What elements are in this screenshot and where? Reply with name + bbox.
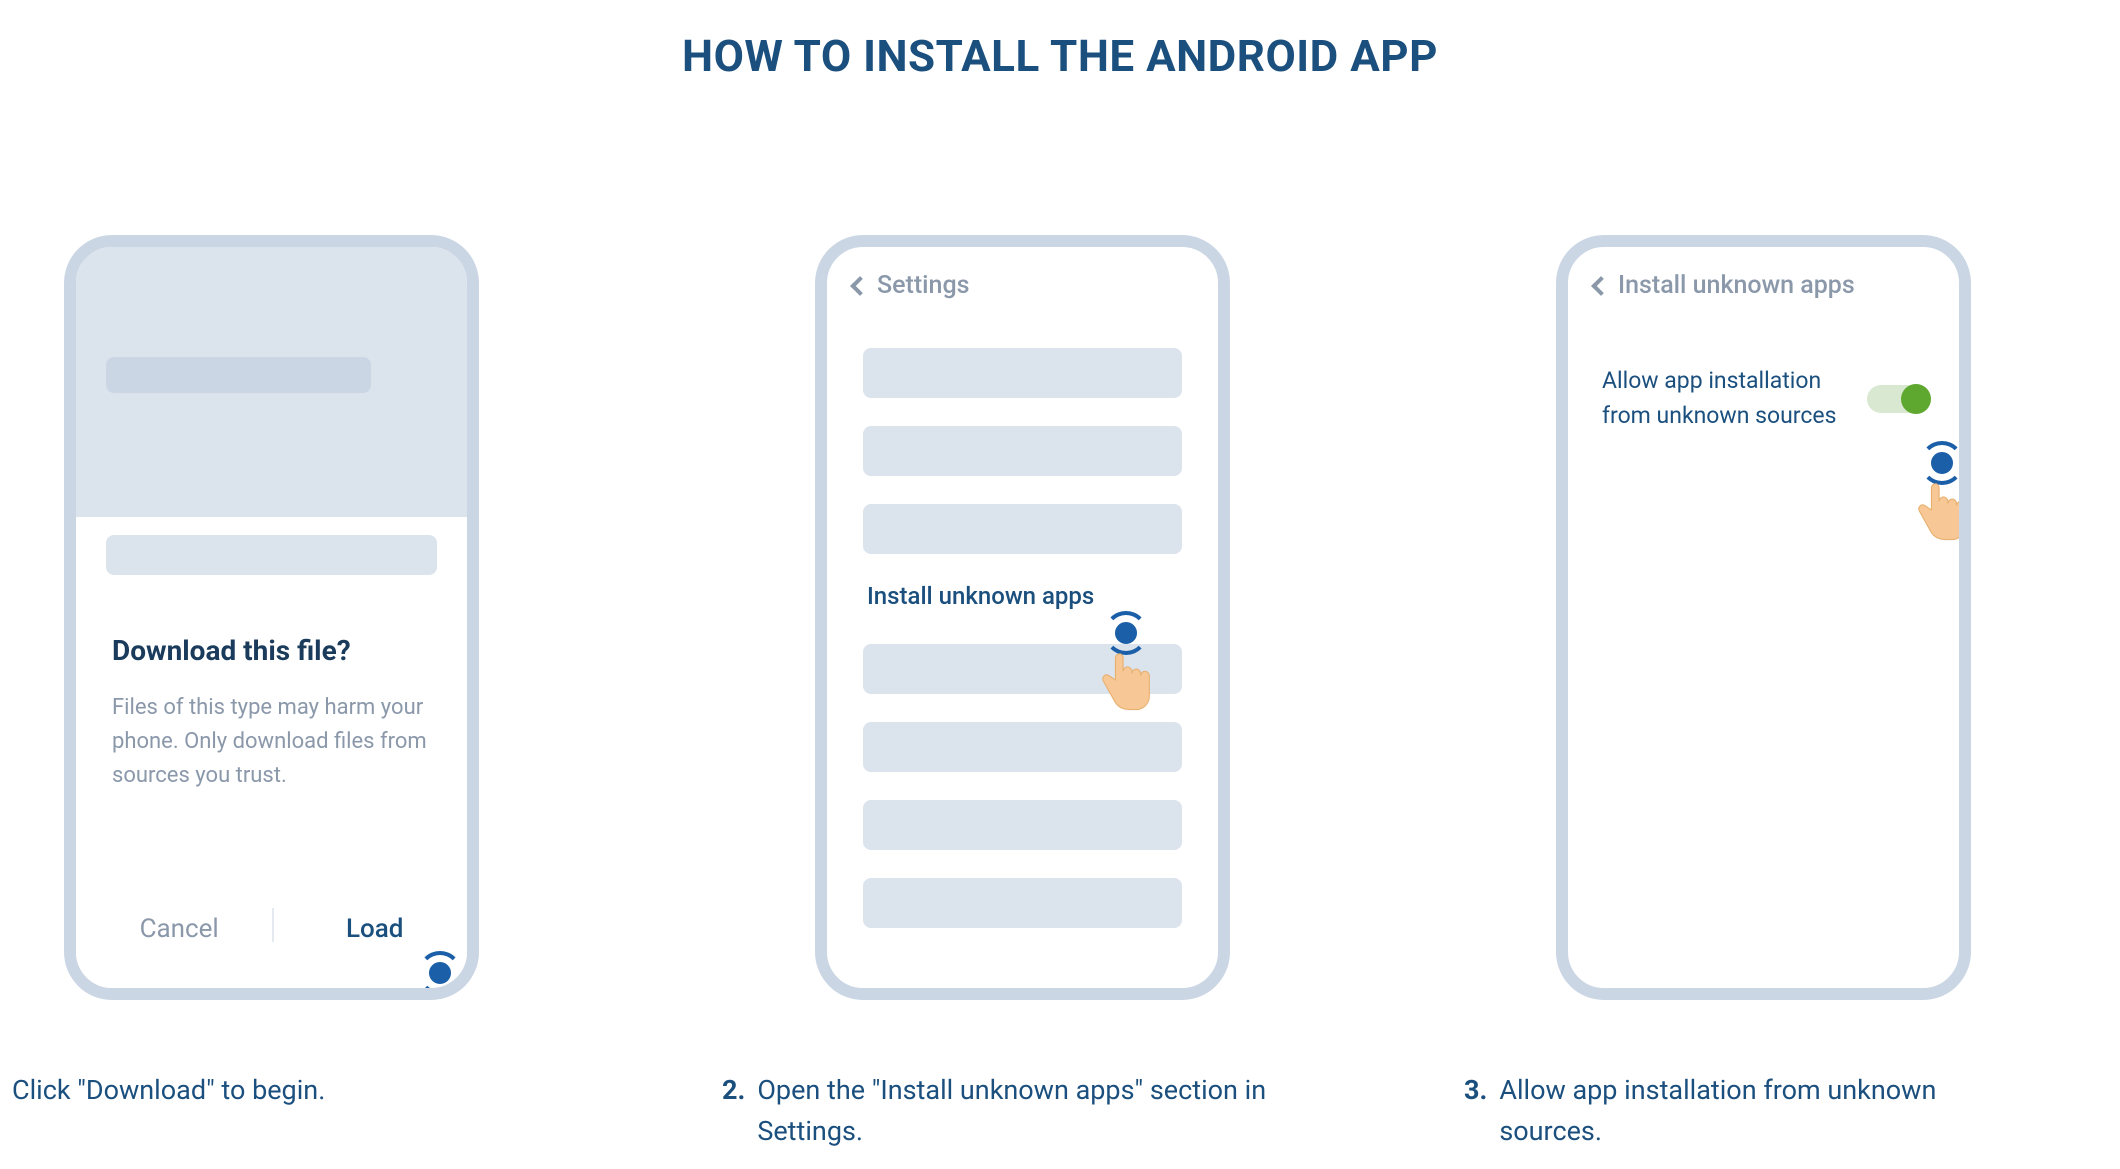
chevron-left-icon [1591, 276, 1611, 296]
placeholder-bar [863, 722, 1182, 772]
sheet-title: Download this file? [112, 634, 431, 667]
caption-text: Open the "Install unknown apps" section … [757, 1070, 1277, 1151]
allow-unknown-toggle[interactable] [1867, 385, 1929, 413]
header-title: Settings [877, 271, 970, 300]
header-title: Install unknown apps [1618, 271, 1855, 300]
toggle-label: Allow app installation from unknown sour… [1602, 364, 1847, 433]
cancel-button[interactable]: Cancel [140, 914, 219, 944]
allow-unknown-row: Allow app installation from unknown sour… [1568, 318, 1959, 433]
step-3-caption: 3. Allow app installation from unknown s… [1464, 1070, 2019, 1151]
page-title: HOW TO INSTALL THE ANDROID APP [0, 0, 2120, 182]
step-2: Settings Install unknown apps [815, 235, 1230, 1000]
chevron-left-icon [850, 276, 870, 296]
toggle-knob [1901, 384, 1931, 414]
placeholder-bar [106, 535, 437, 575]
placeholder-bar [863, 644, 1182, 694]
placeholder-bar [863, 800, 1182, 850]
caption-number: 3. [1464, 1070, 1487, 1151]
step-3: Install unknown apps Allow app installat… [1556, 235, 1971, 1000]
install-unknown-header[interactable]: Install unknown apps [1568, 247, 1959, 318]
placeholder-bar [863, 504, 1182, 554]
phone-mockup-3: Install unknown apps Allow app installat… [1556, 235, 1971, 1000]
placeholder-bar [106, 357, 371, 393]
sheet-body: Files of this type may harm your phone. … [112, 691, 431, 793]
placeholder-bar [863, 348, 1182, 398]
phone1-top-area [76, 247, 467, 517]
step-1-caption: Click "Download" to begin. [0, 1070, 325, 1111]
placeholder-bar [863, 878, 1182, 928]
phone-mockup-2: Settings Install unknown apps [815, 235, 1230, 1000]
tap-hand-icon [1898, 437, 1971, 545]
phone-mockup-1: Download this file? Files of this type m… [64, 235, 479, 1000]
step-1: Download this file? Files of this type m… [64, 235, 479, 1000]
settings-list: Install unknown apps [827, 318, 1218, 928]
download-sheet: Download this file? Files of this type m… [76, 588, 467, 988]
settings-header[interactable]: Settings [827, 247, 1218, 318]
install-unknown-apps-item[interactable]: Install unknown apps [867, 582, 1182, 610]
placeholder-bar [863, 426, 1182, 476]
caption-text: Allow app installation from unknown sour… [1499, 1070, 2019, 1151]
caption-number: 2. [722, 1070, 745, 1151]
load-button[interactable]: Load [346, 914, 403, 944]
step-2-caption: 2. Open the "Install unknown apps" secti… [722, 1070, 1277, 1151]
caption-text: Click "Download" to begin. [12, 1070, 325, 1111]
